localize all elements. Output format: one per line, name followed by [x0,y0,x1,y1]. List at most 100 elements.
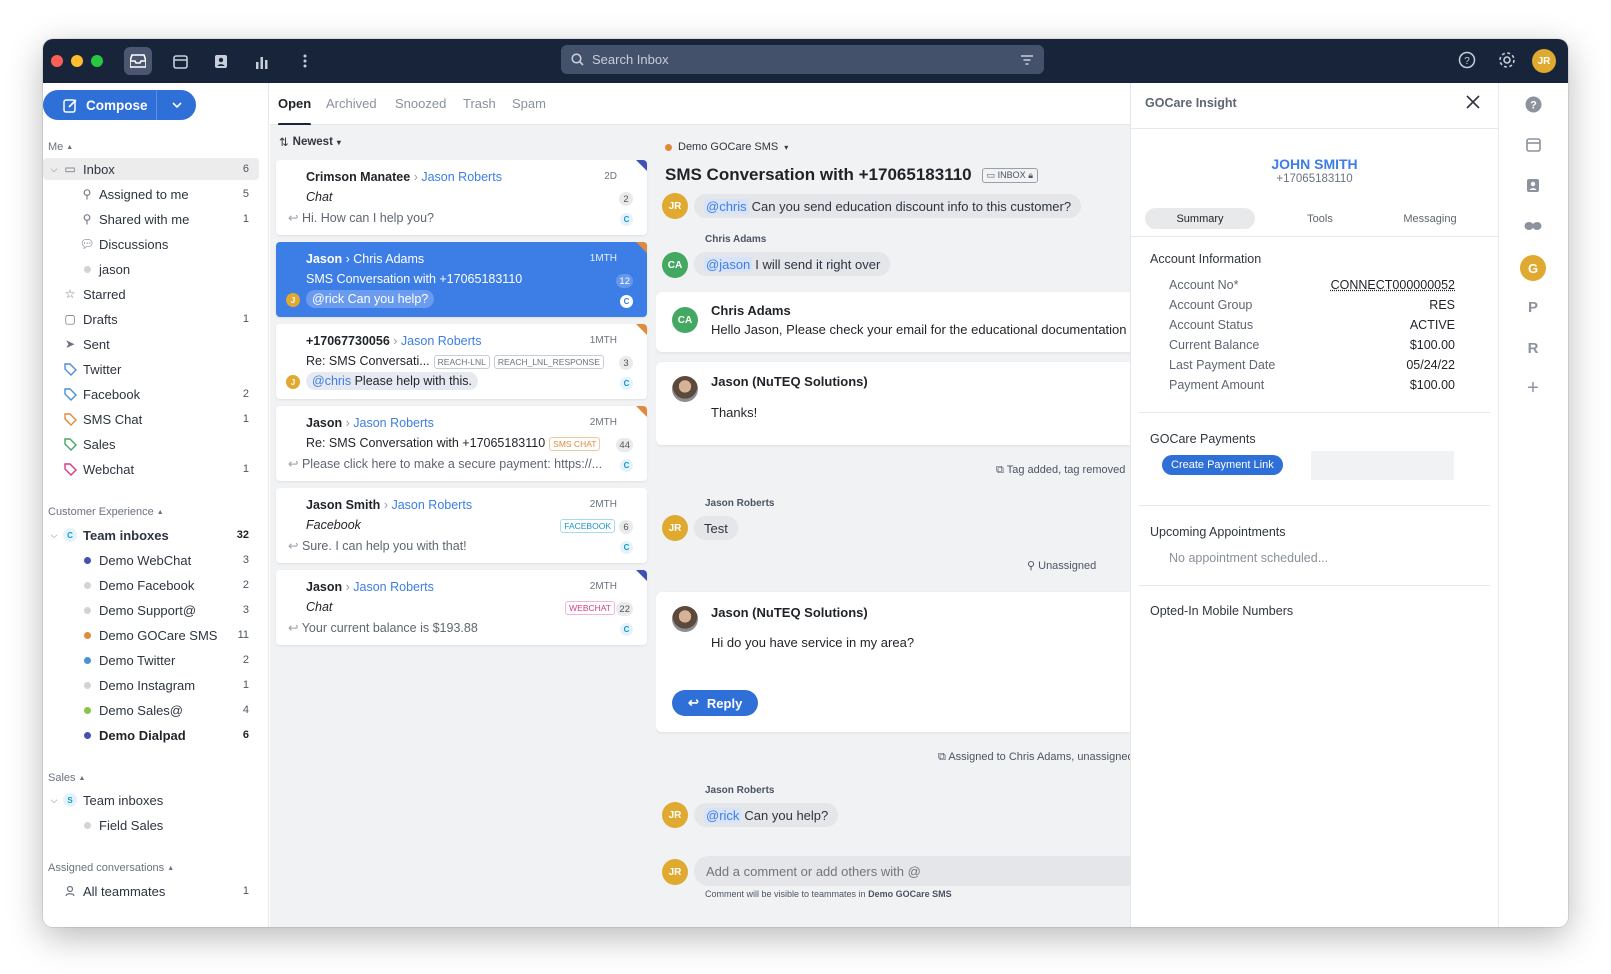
handshake-icon[interactable] [1522,215,1544,237]
sidebar-item-count: 5 [242,188,249,200]
sidebar-item-team-inbox[interactable]: Demo Dialpad 6 [43,724,259,746]
close-window-button[interactable] [51,55,63,67]
sidebar-item-field-sales[interactable]: Field Sales [43,814,259,836]
conversation-card[interactable]: Jason Smith › Jason Roberts 2MTH Faceboo… [276,488,647,563]
sidebar-item-team-inbox[interactable]: Demo Sales@ 4 [43,699,259,721]
minimize-window-button[interactable] [71,55,83,67]
inbox-icon[interactable] [124,47,152,75]
tab-tools[interactable]: Tools [1265,208,1375,229]
me-section-header[interactable]: Me ▲ [48,141,73,153]
tag-chip: FACEBOOK [560,519,615,533]
sidebar-item-webchat[interactable]: Webchat 1 [43,458,259,480]
conversation-card[interactable]: +17067730056 › Jason Roberts 1MTH Re: SM… [276,324,647,399]
tab-trash[interactable]: Trash [463,96,496,111]
reply-button[interactable]: ↩ Reply [672,690,759,716]
tab-spam[interactable]: Spam [512,96,546,111]
sidebar-item-team-inbox[interactable]: Demo Support@ 3 [43,599,259,621]
sidebar-item-team-inbox[interactable]: Demo Facebook 2 [43,574,259,596]
payment-link-field[interactable] [1311,451,1454,480]
compose-button[interactable]: Compose [43,90,157,120]
message-card[interactable]: Jason (NuTEQ Solutions) Thanks! [656,362,1130,445]
inbox-name: Demo GOCare SMS [678,141,779,153]
user-avatar[interactable]: JR [1532,49,1556,73]
appointments-heading: Upcoming Appointments [1150,525,1286,539]
sidebar-item-team-inbox[interactable]: Demo GOCare SMS 11 [43,624,259,646]
inbox-selector[interactable]: Demo GOCare SMS ▾ [665,141,788,153]
compose-icon [63,98,77,113]
mention[interactable]: @chris [704,198,749,214]
tab-archived[interactable]: Archived [326,96,377,111]
sidebar-item-inbox[interactable]: ⌵ ▭ Inbox 6 [43,158,259,180]
tab-open[interactable]: Open [278,96,312,126]
sidebar-item-sales[interactable]: Sales [43,433,259,455]
conversation-card-selected[interactable]: Jason › Chris Adams 1MTH SMS Conversatio… [276,242,647,317]
message-card[interactable]: Jason (NuTEQ Solutions) Hi do you have s… [656,592,1130,732]
team-inboxes-cx[interactable]: ⌵ C Team inboxes 32 [43,524,259,546]
sidebar-item-sent[interactable]: ➤ Sent [43,333,259,355]
sales-section-header[interactable]: Sales ▲ [48,772,85,784]
sidebar-item-starred[interactable]: ☆ Starred [43,283,259,305]
tab-snoozed[interactable]: Snoozed [395,96,446,111]
create-payment-link-button[interactable]: Create Payment Link [1162,455,1283,475]
filter-icon[interactable] [1020,54,1034,65]
team-badge-icon: C [63,528,77,542]
conversation-card[interactable]: Jason › Jason Roberts 2MTH Chat WEBCHAT … [276,570,647,645]
chevron-down-icon: ⌵ [50,794,58,805]
card-count-badge: 12 [616,274,633,288]
gocare-app-icon[interactable]: G [1520,255,1546,281]
r-app-icon[interactable]: R [1522,337,1544,359]
calendar-icon[interactable] [166,47,194,75]
zoom-window-button[interactable] [91,55,103,67]
contacts-icon[interactable] [207,47,235,75]
search-bar[interactable] [561,45,1044,74]
sort-dropdown[interactable]: ⇅ Newest ▾ [279,135,341,149]
mention[interactable]: @jason [704,256,753,272]
comment-input[interactable] [694,856,1130,886]
calendar-icon[interactable] [1522,133,1544,155]
sidebar-item-assigned-to-me[interactable]: ⚲ Assigned to me 5 [43,183,259,205]
tab-messaging[interactable]: Messaging [1375,208,1485,229]
sidebar-item-twitter[interactable]: Twitter [43,358,259,380]
sidebar-item-count: 1 [242,313,249,325]
message-card[interactable]: CA Chris Adams Hello Jason, Please check… [656,292,1130,352]
comment-author: Jason Roberts [705,785,775,796]
sidebar-item-jason[interactable]: jason [43,258,259,280]
contacts-icon[interactable] [1522,174,1544,196]
help-icon[interactable]: ? [1522,93,1544,115]
account-row-label: Last Payment Date [1169,358,1276,372]
conversation-card[interactable]: Jason › Jason Roberts 2MTH Re: SMS Conve… [276,406,647,481]
inbox-tag[interactable]: ▭ INBOX 🔒︎ [981,167,1038,183]
sidebar-item-shared-with-me[interactable]: ⚲ Shared with me 1 [43,208,259,230]
sidebar-item-team-inbox[interactable]: Demo Instagram 1 [43,674,259,696]
event-text: Unassigned [1038,560,1097,572]
compose-dropdown-button[interactable] [157,102,196,108]
sidebar-item-drafts[interactable]: ▢ Drafts 1 [43,308,259,330]
sidebar-item-all-teammates[interactable]: All teammates 1 [43,880,259,902]
sidebar-item-team-inbox[interactable]: Demo Twitter 2 [43,649,259,671]
sidebar-item-discussions[interactable]: 💬︎ Discussions [43,233,259,255]
help-icon[interactable]: ? [1458,51,1476,74]
assigned-section-header[interactable]: Assigned conversations ▲ [48,862,174,874]
p-app-icon[interactable]: P [1522,296,1544,318]
analytics-icon[interactable] [249,47,277,75]
account-row-value[interactable]: CONNECT000000052 [1331,278,1455,292]
mention[interactable]: @rick [704,807,742,823]
tab-summary[interactable]: Summary [1145,208,1255,229]
comment-bubble: Test [694,516,738,540]
cx-section-header[interactable]: Customer Experience ▲ [48,506,164,518]
conversation-card[interactable]: Crimson Manatee › Jason Roberts 2D Chat … [276,160,647,235]
close-icon[interactable] [1466,95,1480,114]
sidebar-item-sms-chat[interactable]: SMS Chat 1 [43,408,259,430]
sidebar-item-facebook[interactable]: Facebook 2 [43,383,259,405]
team-inboxes-sales[interactable]: ⌵ S Team inboxes [43,789,259,811]
settings-gear-icon[interactable] [1498,51,1516,74]
reply-icon: ↩ [688,695,699,710]
search-input[interactable] [592,52,1012,67]
card-mention: @chris [312,374,352,388]
more-icon[interactable] [291,47,319,75]
card-preview: Can you help? [347,292,429,306]
sidebar-item-team-inbox[interactable]: Demo WebChat 3 [43,549,259,571]
account-row-label: Current Balance [1169,338,1260,352]
card-from: Jason Smith [306,498,381,512]
add-app-icon[interactable]: + [1522,377,1544,399]
